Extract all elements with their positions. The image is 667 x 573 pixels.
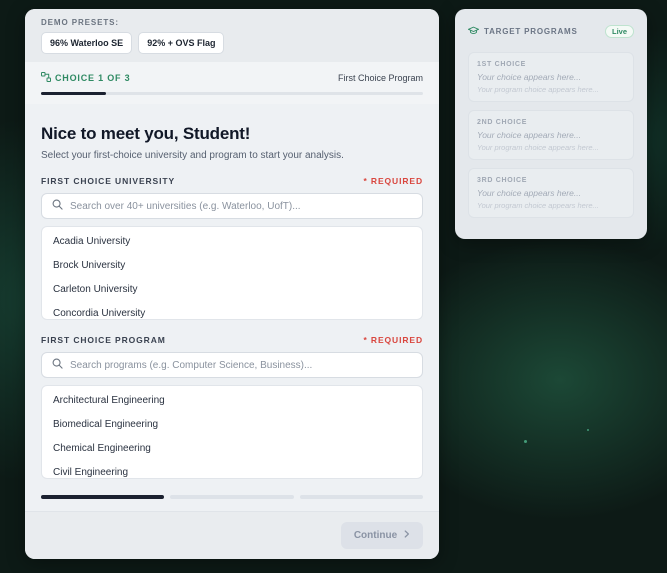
program-search-box	[41, 352, 423, 378]
program-option[interactable]: Chemical Engineering	[42, 437, 422, 461]
step-context: First Choice Program	[337, 73, 423, 83]
step-progress-track	[41, 92, 423, 95]
university-search-input[interactable]	[70, 200, 412, 212]
choice-slot-1: 1ST CHOICE Your choice appears here... Y…	[468, 52, 634, 102]
page-title: Nice to meet you, Student!	[41, 124, 251, 143]
search-icon	[52, 356, 63, 374]
live-badge: Live	[604, 24, 634, 38]
choice-segment	[41, 495, 165, 499]
step-nodes-icon	[41, 72, 51, 84]
program-required-badge: * REQUIRED	[363, 335, 423, 345]
choice-segments	[41, 495, 423, 499]
background-star	[587, 429, 589, 431]
chevron-right-icon	[404, 530, 410, 541]
demo-presets: DEMO PRESETS: 96% Waterloo SE 92% + OVS …	[25, 9, 439, 62]
university-list: Acadia University Brock University Carle…	[41, 226, 423, 320]
choice-slot-program: Your program choice appears here...	[477, 201, 599, 210]
program-option[interactable]: Architectural Engineering	[42, 389, 422, 413]
university-option[interactable]: Carleton University	[42, 278, 422, 302]
choice-slot-program: Your program choice appears here...	[477, 85, 599, 94]
onboarding-card: DEMO PRESETS: 96% Waterloo SE 92% + OVS …	[25, 9, 439, 559]
program-field-label: FIRST CHOICE PROGRAM	[41, 335, 166, 345]
university-option[interactable]: Brock University	[42, 254, 422, 278]
continue-button-label: Continue	[353, 530, 398, 541]
step-indicator: CHOICE 1 OF 3	[41, 72, 130, 84]
program-option[interactable]: Civil Engineering	[42, 461, 422, 478]
program-option[interactable]: Biomedical Engineering	[42, 413, 422, 437]
choice-slot-university: Your choice appears here...	[477, 72, 581, 82]
choice-slot-3: 3RD CHOICE Your choice appears here... Y…	[468, 168, 634, 218]
choice-slot-university: Your choice appears here...	[477, 130, 581, 140]
step-indicator-label: CHOICE 1 OF 3	[55, 73, 131, 83]
program-search-input[interactable]	[70, 359, 412, 371]
choice-segment	[299, 495, 423, 499]
step-header: CHOICE 1 OF 3 First Choice Program	[25, 62, 439, 104]
choice-slot-label: 2ND CHOICE	[477, 119, 528, 126]
target-programs-panel: TARGET PROGRAMS Live 1ST CHOICE Your cho…	[455, 9, 647, 239]
choice-slot-label: 1ST CHOICE	[477, 61, 527, 68]
choice-slot-program: Your program choice appears here...	[477, 143, 599, 152]
university-option[interactable]: Acadia University	[42, 230, 422, 254]
page-subtitle: Select your first-choice university and …	[41, 150, 344, 161]
background-star	[524, 440, 527, 443]
demo-presets-label: DEMO PRESETS:	[41, 18, 119, 27]
choice-slot-university: Your choice appears here...	[477, 188, 581, 198]
choice-slot-2: 2ND CHOICE Your choice appears here... Y…	[468, 110, 634, 160]
graduation-cap-icon	[467, 22, 480, 40]
university-option[interactable]: Concordia University	[42, 302, 422, 319]
program-list: Architectural Engineering Biomedical Eng…	[41, 385, 423, 479]
form-content: Nice to meet you, Student! Select your f…	[25, 104, 439, 499]
preset-waterloo-se-button[interactable]: 96% Waterloo SE	[41, 32, 133, 54]
university-search-box	[41, 193, 423, 219]
search-icon	[52, 197, 63, 215]
choice-slot-label: 3RD CHOICE	[477, 177, 528, 184]
choice-segment	[170, 495, 294, 499]
card-footer: Continue	[25, 511, 439, 559]
target-programs-title: TARGET PROGRAMS	[484, 26, 578, 36]
step-progress-fill	[41, 92, 106, 95]
university-required-badge: * REQUIRED	[363, 176, 423, 186]
continue-button[interactable]: Continue	[341, 522, 423, 549]
university-field-label: FIRST CHOICE UNIVERSITY	[41, 176, 176, 186]
preset-ovs-flag-button[interactable]: 92% + OVS Flag	[138, 32, 225, 54]
